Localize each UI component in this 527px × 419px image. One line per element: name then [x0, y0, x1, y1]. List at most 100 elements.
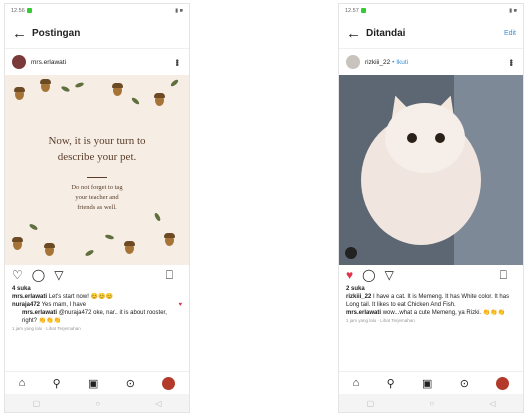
back-arrow-icon[interactable]: ←	[346, 25, 366, 42]
home-icon[interactable]: ⌂	[353, 377, 360, 389]
status-bar: 12.56 ▮ ■	[5, 4, 189, 18]
profile-avatar[interactable]	[496, 376, 510, 390]
post-actions: ♡ ◯ ▽ ⎕	[5, 265, 189, 285]
back-arrow-icon[interactable]: ←	[12, 25, 32, 42]
follow-link[interactable]: • Ikuti	[392, 59, 408, 66]
acorn-icon	[112, 83, 123, 96]
bottom-nav: ⌂ ⚲ ▣ ⊙	[339, 371, 523, 394]
post-actions: ♥ ◯ ▽ ⎕	[339, 265, 523, 285]
acorn-icon	[14, 87, 25, 100]
heart-icon[interactable]: ♥	[178, 301, 182, 309]
post-image[interactable]	[339, 75, 523, 265]
reels-icon[interactable]: ▣	[422, 377, 432, 390]
caption: 2 suka rizkiii_22 I have a cat. It is Me…	[339, 285, 523, 325]
cat-eye	[407, 133, 417, 143]
acorn-icon	[124, 241, 135, 254]
leaf-icon	[153, 212, 162, 222]
back-button-icon[interactable]: ◁	[155, 399, 161, 408]
more-options-icon[interactable]: •••	[172, 59, 182, 65]
headline-line-1: Now, it is your turn to	[48, 135, 146, 147]
search-icon[interactable]: ⚲	[387, 377, 395, 390]
subtext-line-3: friends as well.	[77, 204, 117, 211]
like-icon[interactable]: ♡	[12, 268, 23, 282]
username[interactable]: mrs.erlawati	[31, 59, 172, 66]
timestamp[interactable]: 1 jam yang lalu · Lihat Terjemahan	[12, 325, 182, 333]
more-options-icon[interactable]: •••	[506, 59, 516, 65]
acorn-icon	[12, 237, 23, 250]
home-button-icon[interactable]: ○	[429, 399, 434, 408]
leaf-icon	[60, 85, 71, 93]
battery-icon: ▮ ■	[175, 8, 183, 14]
bookmark-icon[interactable]: ⎕	[500, 268, 507, 283]
status-time: 12.56	[11, 8, 25, 14]
acorn-icon	[44, 243, 55, 256]
edit-button[interactable]: Edit	[504, 30, 516, 37]
comment-text: I have a cat. It is Memeng. It has White…	[346, 294, 510, 308]
comment: ♥ nuraja472 Yes mam, I have	[12, 301, 182, 309]
comment-user[interactable]: mrs.erlawati	[346, 310, 381, 316]
username[interactable]: rizkiii_22	[365, 59, 390, 66]
notification-icon	[360, 8, 366, 14]
cat-head	[385, 103, 465, 173]
like-count[interactable]: 4 suka	[12, 285, 182, 293]
status-time: 12.57	[345, 8, 359, 14]
headline-line-2: describe your pet.	[57, 151, 137, 163]
comment-icon[interactable]: ◯	[362, 268, 375, 282]
leaf-icon	[130, 96, 141, 106]
acorn-icon	[164, 233, 175, 246]
bottom-nav: ⌂ ⚲ ▣ ⊙	[5, 371, 189, 394]
comment-user[interactable]: rizkiii_22	[346, 294, 371, 300]
tagged-user-icon[interactable]	[345, 247, 357, 259]
leaf-icon	[74, 81, 85, 89]
share-icon[interactable]: ▽	[54, 268, 63, 282]
timestamp[interactable]: 1 jam yang lalu · Lihat Terjemahan	[346, 317, 516, 325]
system-nav-bar: ▢ ○ ◁	[5, 394, 189, 412]
post-image[interactable]: Now, it is your turn to describe your pe…	[5, 75, 189, 265]
avatar[interactable]	[346, 55, 360, 69]
comment-text: Yes mam, I have	[41, 302, 87, 308]
reels-icon[interactable]: ▣	[88, 377, 98, 390]
caption: 4 suka mrs.erlawati Let's start now! 😊😊😊…	[5, 285, 189, 333]
post-author: mrs.erlawati •••	[5, 49, 189, 75]
like-count[interactable]: 2 suka	[346, 285, 516, 293]
notification-icon	[26, 8, 32, 14]
leaf-icon	[104, 233, 115, 241]
status-bar: 12.57 ▮ ■	[339, 4, 523, 18]
acorn-icon	[154, 93, 165, 106]
recent-apps-icon[interactable]: ▢	[367, 399, 375, 408]
acorn-icon	[40, 79, 51, 92]
header: ← Postingan	[5, 18, 189, 49]
comment: mrs.erlawati Let's start now! 😊😊😊	[12, 293, 182, 301]
back-button-icon[interactable]: ◁	[489, 399, 495, 408]
comment: mrs.erlawati wow...what a cute Memeng, y…	[346, 309, 516, 317]
bookmark-icon[interactable]: ⎕	[166, 268, 173, 283]
comment-reply: mrs.erlawati @nuraja472 oke, nar.. it is…	[12, 309, 182, 325]
profile-avatar[interactable]	[162, 376, 176, 390]
shop-icon[interactable]: ⊙	[460, 377, 469, 390]
like-icon[interactable]: ♥	[346, 268, 353, 282]
subtext-line-2: your teacher and	[75, 194, 119, 201]
battery-icon: ▮ ■	[509, 8, 517, 14]
comment-text: wow...what a cute Memeng, ya Rizki. 👏👏👏	[382, 310, 506, 316]
recent-apps-icon[interactable]: ▢	[33, 399, 41, 408]
home-icon[interactable]: ⌂	[19, 377, 26, 389]
comment-icon[interactable]: ◯	[32, 268, 45, 282]
comment-user[interactable]: mrs.erlawati	[22, 310, 57, 316]
page-title: Postingan	[32, 27, 81, 39]
home-button-icon[interactable]: ○	[95, 399, 100, 408]
subtext: Do not forget to tag your teacher and fr…	[5, 183, 189, 213]
phone-left: 12.56 ▮ ■ ← Postingan mrs.erlawati ••• N…	[5, 4, 189, 412]
username-line: rizkiii_22 • Ikuti	[365, 59, 506, 66]
shop-icon[interactable]: ⊙	[126, 377, 135, 390]
comment-user[interactable]: nuraja472	[12, 302, 40, 308]
subtext-line-1: Do not forget to tag	[71, 184, 123, 191]
search-icon[interactable]: ⚲	[53, 377, 61, 390]
comment-user[interactable]: mrs.erlawati	[12, 294, 47, 300]
divider	[87, 177, 107, 178]
avatar[interactable]	[12, 55, 26, 69]
header: ← Ditandai Edit	[339, 18, 523, 49]
page-title: Ditandai	[366, 27, 406, 39]
share-icon[interactable]: ▽	[385, 268, 394, 282]
phone-right: 12.57 ▮ ■ ← Ditandai Edit rizkiii_22 • I…	[339, 4, 523, 412]
cat-eye	[435, 133, 445, 143]
